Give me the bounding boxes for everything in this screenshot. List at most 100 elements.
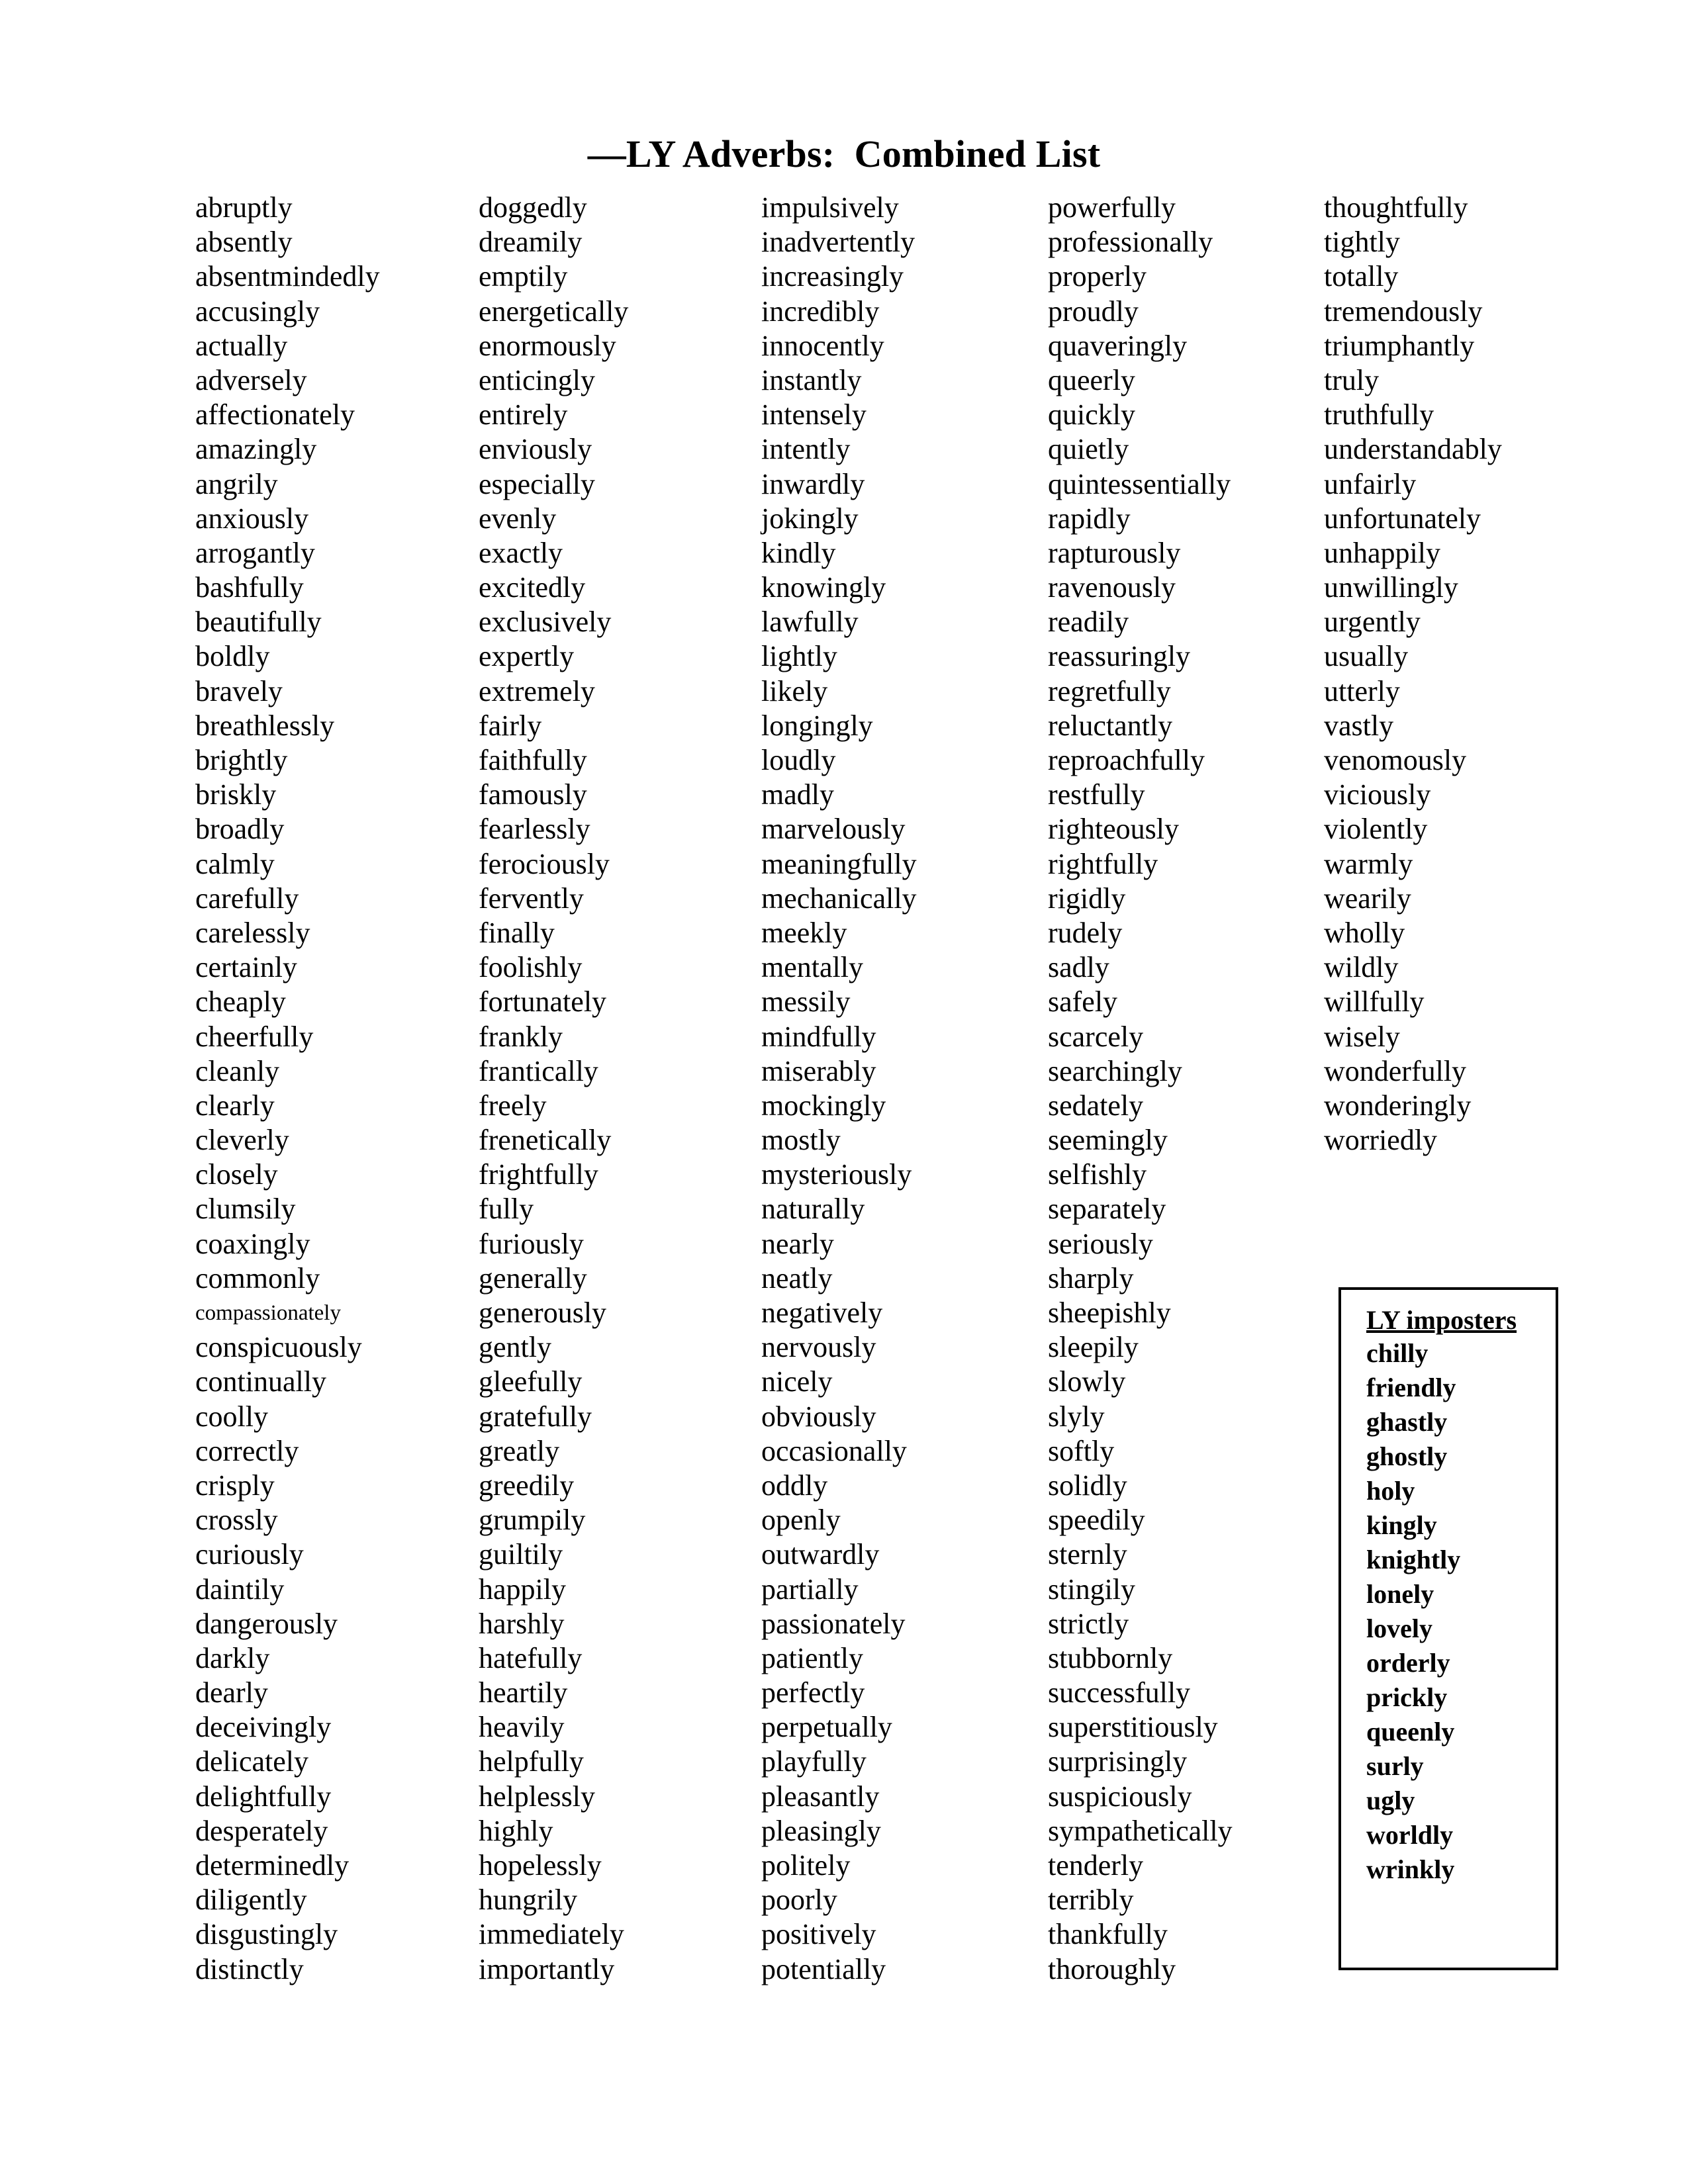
adverb-word: distinctly xyxy=(195,1952,304,1985)
adverb-word: ravenously xyxy=(1048,571,1176,604)
adverb-word: tenderly xyxy=(1048,1849,1144,1882)
adverb-column-1: abruptly absently absentmindedly accusingly… xyxy=(195,191,380,1987)
adverb-word: truthfully xyxy=(1324,398,1434,432)
adverb-word: sleepily xyxy=(1048,1331,1139,1364)
adverb-word: selfishly xyxy=(1048,1158,1147,1191)
adverb-word: furiously xyxy=(479,1227,584,1260)
adverb-word: totally xyxy=(1324,260,1399,293)
adverb-word: rigidly xyxy=(1048,882,1126,915)
adverb-word: coolly xyxy=(195,1400,268,1433)
adverb-word: ferociously xyxy=(479,847,610,880)
adverb-word: adversely xyxy=(195,363,307,396)
adverb-word: cheerfully xyxy=(195,1020,314,1053)
adverb-word: hatefully xyxy=(479,1641,583,1674)
adverb-word: nicely xyxy=(761,1365,833,1398)
adverb-word: neatly xyxy=(761,1261,833,1295)
ly-imposter-word: worldly xyxy=(1366,1820,1454,1850)
adverb-word: affectionately xyxy=(195,398,355,432)
adverb-word: knowingly xyxy=(761,571,886,604)
adverb-word: meaningfully xyxy=(761,847,917,880)
adverb-word: frantically xyxy=(479,1054,598,1087)
adverb-word: playfully xyxy=(761,1745,867,1778)
ly-imposter-word: friendly xyxy=(1366,1373,1456,1402)
adverb-word: unfortunately xyxy=(1324,502,1481,535)
adverb-word: warmly xyxy=(1324,847,1413,880)
adverb-word: generously xyxy=(479,1297,607,1329)
adverb-word: greedily xyxy=(479,1469,575,1502)
adverb-word: proudly xyxy=(1048,295,1139,328)
adverb-word: patiently xyxy=(761,1641,863,1674)
adverb-word: dreamily xyxy=(479,226,583,259)
adverb-word: anxiously xyxy=(195,502,309,535)
adverb-word: inadvertently xyxy=(761,226,915,259)
adverb-word: desperately xyxy=(195,1814,328,1847)
adverb-word: actually xyxy=(195,329,288,362)
adverb-word: quaveringly xyxy=(1048,329,1188,362)
adverb-word: gently xyxy=(479,1331,551,1364)
adverb-word: nervously xyxy=(761,1331,876,1364)
ly-imposter-word: lonely xyxy=(1366,1579,1434,1609)
adverb-word: intensely xyxy=(761,398,867,432)
adverb-word: calmly xyxy=(195,847,275,880)
adverb-word: angrily xyxy=(195,467,278,500)
adverb-word: reassuringly xyxy=(1048,640,1191,673)
adverb-word: loudly xyxy=(761,744,836,776)
adverb-word: mentally xyxy=(761,951,863,984)
adverb-word: continually xyxy=(195,1365,326,1398)
adverb-word: reluctantly xyxy=(1048,709,1173,742)
adverb-word: partially xyxy=(761,1572,859,1606)
adverb-word: heavily xyxy=(479,1711,565,1744)
adverb-word: carefully xyxy=(195,882,299,915)
adverb-word: emptily xyxy=(479,260,568,293)
adverb-word: hungrily xyxy=(479,1884,578,1917)
adverb-word: certainly xyxy=(195,951,297,984)
adverb-word: sadly xyxy=(1048,951,1109,984)
adverb-word: sharply xyxy=(1048,1261,1134,1295)
adverb-word: incredibly xyxy=(761,295,880,328)
adverb-word: broadly xyxy=(195,813,285,846)
adverb-word: briskly xyxy=(195,778,277,811)
ly-imposter-word: ghastly xyxy=(1366,1407,1448,1437)
adverb-word: faithfully xyxy=(479,744,587,776)
adverb-word: truly xyxy=(1324,363,1380,396)
adverb-word: violently xyxy=(1324,813,1428,846)
adverb-word: quickly xyxy=(1048,398,1135,432)
adverb-word: solidly xyxy=(1048,1469,1127,1502)
adverb-word: clumsily xyxy=(195,1193,296,1226)
adverb-word: curiously xyxy=(195,1538,304,1571)
adverb-word: passionately xyxy=(761,1607,906,1640)
ly-imposter-word: wrinkly xyxy=(1366,1854,1455,1884)
ly-imposter-word: orderly xyxy=(1366,1648,1450,1678)
adverb-word: happily xyxy=(479,1572,566,1606)
adverb-word: crossly xyxy=(195,1504,278,1537)
adverb-word: determinedly xyxy=(195,1849,350,1882)
adverb-word: properly xyxy=(1048,260,1147,293)
adverb-word: unfairly xyxy=(1324,467,1417,500)
page-title: —LY Adverbs: Combined List xyxy=(587,132,1101,175)
adverb-word: rudely xyxy=(1048,916,1123,949)
adverb-word: fearlessly xyxy=(479,813,590,846)
adverb-word: lightly xyxy=(761,640,837,673)
adverb-word: importantly xyxy=(479,1952,615,1985)
adverb-word: deceivingly xyxy=(195,1711,332,1744)
adverb-word: absentmindedly xyxy=(195,260,380,293)
adverb-word: meekly xyxy=(761,916,847,949)
adverb-word: outwardly xyxy=(761,1538,880,1571)
ly-imposter-word: surly xyxy=(1366,1751,1424,1781)
ly-imposter-word: kingly xyxy=(1366,1510,1437,1540)
adverb-word: boldly xyxy=(195,640,270,673)
adverb-word: instantly xyxy=(761,363,862,396)
adverb-word: pleasingly xyxy=(761,1814,881,1847)
adverb-word: vastly xyxy=(1324,709,1394,742)
adverb-word: thankfully xyxy=(1048,1918,1168,1951)
adverb-word: triumphantly xyxy=(1324,329,1475,362)
adverb-word: foolishly xyxy=(479,951,583,984)
adverb-word: heartily xyxy=(479,1676,568,1709)
adverb-word: powerfully xyxy=(1048,191,1176,224)
adverb-word: rightfully xyxy=(1048,847,1158,880)
adverb-word: mostly xyxy=(761,1124,841,1157)
adverb-word: enviously xyxy=(479,433,592,466)
adverb-word: mindfully xyxy=(761,1020,876,1053)
adverb-word: accusingly xyxy=(195,295,320,328)
adverb-word: sternly xyxy=(1048,1538,1127,1571)
